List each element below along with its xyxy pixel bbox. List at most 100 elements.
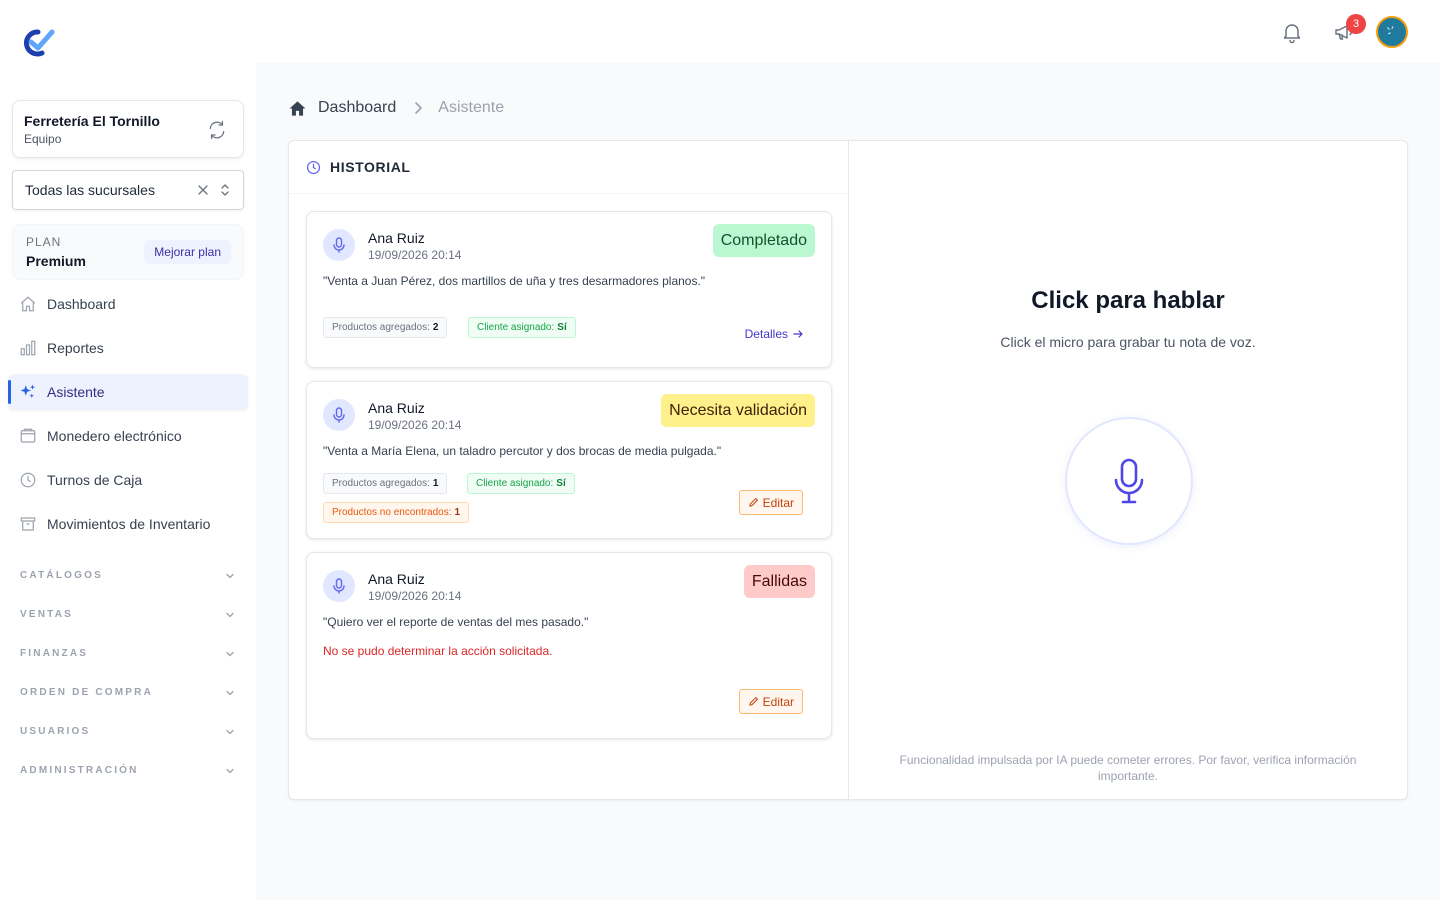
sidebar: Ferretería El Tornillo Equipo Todas las …: [0, 0, 256, 900]
pencil-icon: [748, 696, 759, 707]
card-date: 19/09/2026 20:14: [368, 418, 462, 432]
chevron-down-icon: [224, 687, 236, 699]
error-message: No se pudo determinar la acción solicita…: [323, 644, 553, 658]
details-link[interactable]: Detalles: [745, 327, 804, 341]
branch-select[interactable]: Todas las sucursales: [12, 170, 244, 210]
sidebar-group-finanzas[interactable]: FINANZAS: [8, 634, 248, 673]
sidebar-item-label: Monedero electrónico: [47, 428, 182, 444]
record-button[interactable]: [1065, 417, 1193, 545]
bell-icon[interactable]: [1280, 20, 1304, 44]
products-added-tag: Productos agregados: 1: [323, 473, 448, 494]
sidebar-groups: CATÁLOGOS VENTAS FINANZAS ORDEN DE COMPR…: [8, 556, 248, 790]
sidebar-item-turnos[interactable]: Turnos de Caja: [8, 462, 248, 498]
tag-value: 1: [454, 507, 461, 518]
chevron-down-icon: [224, 570, 236, 582]
sidebar-item-dashboard[interactable]: Dashboard: [8, 286, 248, 322]
microphone-icon: [323, 570, 355, 602]
card-user: Ana Ruiz: [368, 400, 425, 416]
breadcrumb-current: Asistente: [438, 99, 505, 116]
sidebar-item-inventario[interactable]: Movimientos de Inventario: [8, 506, 248, 542]
sidebar-item-label: Reportes: [47, 340, 104, 356]
microphone-icon: [323, 229, 355, 261]
voice-panel: Click para hablar Click el micro para gr…: [849, 141, 1407, 799]
chevron-right-icon: [410, 100, 426, 116]
organization-role: Equipo: [24, 132, 62, 146]
status-badge: Fallidas: [743, 565, 815, 598]
breadcrumb: Dashboard Asistente: [288, 98, 504, 118]
organization-name: Ferretería El Tornillo: [24, 113, 160, 129]
sidebar-group-orden-de-compra[interactable]: ORDEN DE COMPRA: [8, 673, 248, 712]
chevron-down-icon: [224, 648, 236, 660]
clock-icon: [306, 160, 321, 175]
sidebar-item-reportes[interactable]: Reportes: [8, 330, 248, 366]
history-panel: HISTORIAL Ana Ruiz 19/09/2026 20:14 Comp…: [289, 141, 849, 799]
plan-box: PLAN Premium Mejorar plan: [12, 224, 244, 280]
sidebar-group-ventas[interactable]: VENTAS: [8, 595, 248, 634]
products-not-found-tag: Productos no encontrados: 1: [323, 502, 470, 523]
sidebar-item-label: Asistente: [47, 384, 105, 400]
branch-select-value: Todas las sucursales: [25, 182, 155, 198]
topbar: [256, 0, 1440, 63]
ai-disclaimer: Funcionalidad impulsada por IA puede com…: [899, 753, 1357, 783]
organization-switcher[interactable]: Ferretería El Tornillo Equipo: [12, 100, 244, 158]
breadcrumb-dashboard[interactable]: Dashboard: [318, 99, 396, 117]
card-quote: "Venta a María Elena, un taladro percuto…: [323, 444, 722, 458]
card-user: Ana Ruiz: [368, 230, 425, 246]
chevron-down-icon: [224, 765, 236, 777]
sidebar-group-label: ORDEN DE COMPRA: [20, 687, 154, 698]
edit-label: Editar: [762, 694, 794, 709]
sidebar-item-asistente[interactable]: Asistente: [8, 374, 248, 410]
refresh-icon[interactable]: [207, 120, 227, 140]
sidebar-group-administracion[interactable]: ADMINISTRACIÓN: [8, 751, 248, 790]
card-quote: "Venta a Juan Pérez, dos martillos de uñ…: [323, 274, 706, 288]
clock-icon: [19, 471, 37, 489]
sidebar-nav: Dashboard Reportes Asistente Monedero el…: [8, 286, 248, 550]
history-card: Ana Ruiz 19/09/2026 20:14 Fallidas "Quie…: [306, 552, 832, 739]
sidebar-group-label: ADMINISTRACIÓN: [20, 765, 139, 776]
tag-label: Productos agregados:: [332, 322, 430, 333]
tag-label: Cliente asignado:: [476, 478, 554, 489]
edit-label: Editar: [762, 495, 794, 510]
card-user: Ana Ruiz: [368, 571, 425, 587]
sidebar-item-monedero[interactable]: Monedero electrónico: [8, 418, 248, 454]
tag-value: 1: [432, 478, 439, 489]
microphone-icon: [1114, 458, 1144, 504]
archive-box-icon: [19, 515, 37, 533]
sidebar-group-usuarios[interactable]: USUARIOS: [8, 712, 248, 751]
sidebar-group-label: VENTAS: [20, 609, 74, 620]
tag-label: Cliente asignado:: [477, 322, 555, 333]
edit-button[interactable]: Editar: [738, 689, 803, 714]
products-added-tag: Productos agregados: 2: [323, 317, 448, 338]
sidebar-group-catalogos[interactable]: CATÁLOGOS: [8, 556, 248, 595]
sparkles-icon: [19, 383, 37, 401]
voice-subtitle: Click el micro para grabar tu nota de vo…: [1000, 334, 1256, 350]
voice-title: Click para hablar: [1031, 287, 1225, 314]
sidebar-item-label: Dashboard: [47, 296, 116, 312]
app-logo[interactable]: [18, 26, 58, 58]
details-label: Detalles: [744, 327, 788, 341]
clear-icon[interactable]: [197, 184, 209, 196]
home-icon[interactable]: [288, 99, 307, 118]
chevron-down-icon: [224, 726, 236, 738]
sidebar-item-label: Movimientos de Inventario: [47, 516, 211, 532]
tag-label: Productos agregados:: [332, 478, 430, 489]
status-badge: Completado: [712, 224, 815, 257]
assistant-panel: HISTORIAL Ana Ruiz 19/09/2026 20:14 Comp…: [288, 140, 1408, 800]
client-assigned-tag: Cliente asignado: Sí: [468, 317, 576, 338]
wallet-icon: [19, 427, 37, 445]
history-title: HISTORIAL: [330, 159, 411, 175]
avatar[interactable]: [1376, 16, 1408, 48]
tag-value: 2: [432, 322, 439, 333]
announcements-badge: 3: [1346, 14, 1366, 34]
card-date: 19/09/2026 20:14: [368, 589, 462, 603]
chevron-down-icon: [224, 609, 236, 621]
edit-button[interactable]: Editar: [738, 490, 803, 515]
history-card: Ana Ruiz 19/09/2026 20:14 Necesita valid…: [306, 381, 832, 539]
client-assigned-tag: Cliente asignado: Sí: [467, 473, 575, 494]
home-icon: [19, 295, 37, 313]
sidebar-group-label: CATÁLOGOS: [20, 570, 103, 581]
upgrade-plan-button[interactable]: Mejorar plan: [144, 240, 231, 264]
card-quote: "Quiero ver el reporte de ventas del mes…: [323, 615, 589, 629]
arrow-right-icon: [792, 328, 804, 340]
tag-value: Sí: [556, 478, 566, 489]
